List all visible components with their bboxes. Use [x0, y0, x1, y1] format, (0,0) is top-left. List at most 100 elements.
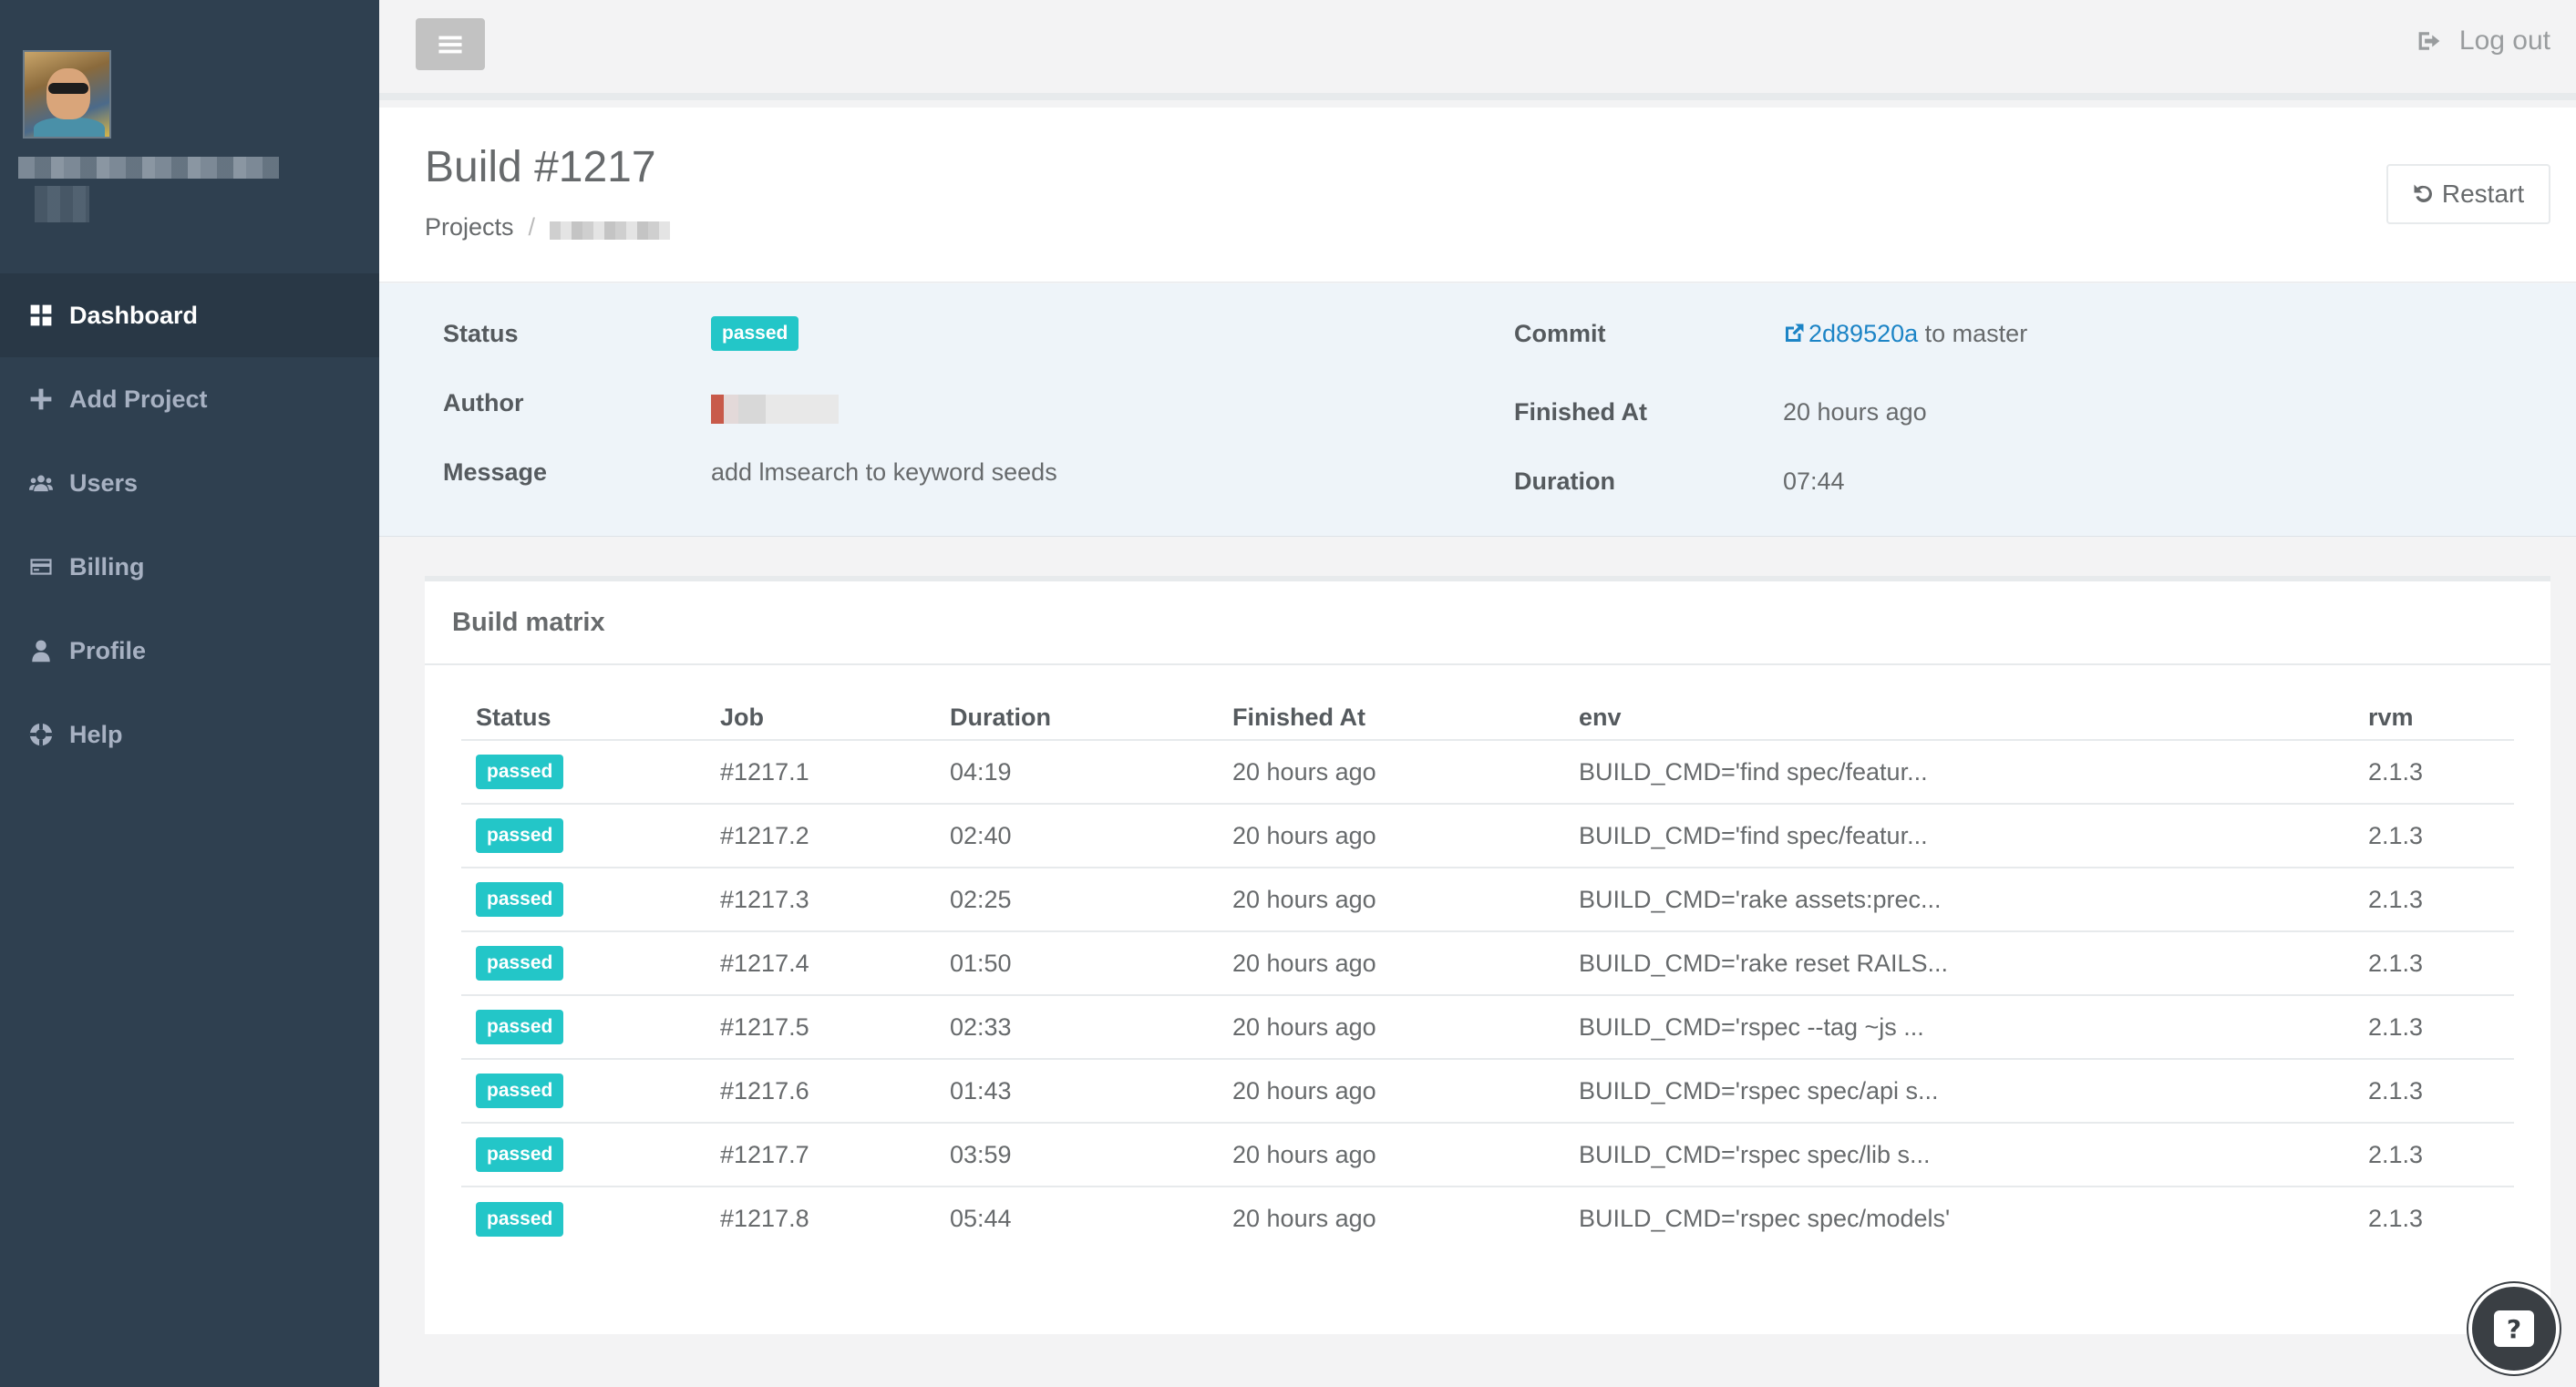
table-row[interactable]: passed #1217.5 02:33 20 hours ago BUILD_…	[461, 995, 2514, 1060]
breadcrumb: Projects /	[425, 213, 671, 241]
status-label: Status	[443, 320, 519, 347]
sidebar-item-help[interactable]: Help	[0, 693, 379, 776]
job-status-cell: passed	[461, 740, 706, 805]
sidebar-nav: Dashboard Add Project Users Billing Prof…	[0, 273, 379, 776]
build-matrix-table: Status Job Duration Finished At env rvm …	[461, 696, 2514, 1250]
breadcrumb-projects-link[interactable]: Projects	[425, 213, 514, 241]
help-chat-button[interactable]: ?	[2468, 1283, 2560, 1374]
table-row[interactable]: passed #1217.4 01:50 20 hours ago BUILD_…	[461, 931, 2514, 996]
job-finished-cell: 20 hours ago	[1218, 931, 1564, 996]
table-row[interactable]: passed #1217.3 02:25 20 hours ago BUILD_…	[461, 868, 2514, 932]
job-status-badge: passed	[476, 755, 564, 789]
job-id-cell[interactable]: #1217.1	[706, 740, 935, 805]
job-status-badge: passed	[476, 882, 564, 917]
sidebar-item-add-project[interactable]: Add Project	[0, 357, 379, 441]
duration-value: 07:44	[1783, 467, 1845, 495]
logout-link[interactable]: Log out	[2417, 26, 2550, 57]
job-rvm-cell: 2.1.3	[2354, 740, 2514, 805]
avatar[interactable]	[23, 50, 111, 139]
job-status-cell: passed	[461, 804, 706, 868]
table-row[interactable]: passed #1217.7 03:59 20 hours ago BUILD_…	[461, 1123, 2514, 1187]
sidebar-item-label: Billing	[69, 552, 145, 580]
breadcrumb-project-redacted[interactable]	[550, 221, 671, 240]
job-env-cell: BUILD_CMD='rspec --tag ~js ...	[1564, 995, 2354, 1060]
job-status-cell: passed	[461, 1059, 706, 1124]
job-env-cell: BUILD_CMD='find spec/featur...	[1564, 740, 2354, 805]
restart-label: Restart	[2441, 180, 2525, 208]
author-value	[711, 395, 839, 430]
job-id-cell[interactable]: #1217.5	[706, 995, 935, 1060]
commit-branch: to master	[1924, 320, 2028, 347]
logout-label: Log out	[2458, 26, 2550, 56]
table-row[interactable]: passed #1217.2 02:40 20 hours ago BUILD_…	[461, 804, 2514, 868]
job-duration-cell: 02:33	[935, 995, 1218, 1060]
job-duration-cell: 05:44	[950, 1205, 1012, 1232]
column-header-job: Job	[706, 696, 935, 741]
job-finished-cell: 20 hours ago	[1218, 868, 1564, 932]
job-env-cell: BUILD_CMD='rspec spec/lib s...	[1564, 1123, 2354, 1187]
job-finished-cell: 20 hours ago	[1218, 740, 1564, 805]
sidebar-item-label: Dashboard	[69, 301, 199, 329]
job-env-cell: BUILD_CMD='rake reset RAILS...	[1564, 931, 2354, 996]
job-status-badge: passed	[476, 1010, 564, 1044]
restart-button[interactable]: Restart	[2386, 164, 2550, 224]
job-env-cell: BUILD_CMD='rspec spec/api s...	[1564, 1059, 2354, 1124]
finished-at-label: Finished At	[1514, 398, 1647, 426]
job-duration-cell: 04:19	[935, 740, 1218, 805]
status-badge: passed	[711, 316, 799, 351]
job-duration-cell: 01:50	[935, 931, 1218, 996]
sidebar-item-billing[interactable]: Billing	[0, 525, 379, 609]
job-id-cell[interactable]: #1217.4	[706, 931, 935, 996]
credit-card-icon	[27, 553, 55, 580]
menu-toggle-button[interactable]	[416, 18, 485, 70]
job-finished-cell: 20 hours ago	[1218, 995, 1564, 1060]
job-duration-cell: 02:40	[935, 804, 1218, 868]
table-row[interactable]: passed #1217.6 01:43 20 hours ago BUILD_…	[461, 1059, 2514, 1124]
job-id-cell[interactable]: #1217.3	[706, 868, 935, 932]
job-rvm-cell: 2.1.3	[2354, 1059, 2514, 1124]
sidebar-item-dashboard[interactable]: Dashboard	[0, 273, 379, 357]
job-id-cell[interactable]: #1217.8	[706, 1187, 935, 1250]
dashboard-icon	[27, 302, 55, 329]
job-rvm-cell: 2.1.3	[2354, 1123, 2514, 1187]
user-name-redacted	[18, 157, 279, 179]
job-id-cell[interactable]: #1217.7	[706, 1123, 935, 1187]
page-header: Build #1217 Projects / Restart	[379, 108, 2576, 283]
finished-at-value: 20 hours ago	[1783, 398, 1927, 426]
sidebar-item-users[interactable]: Users	[0, 441, 379, 525]
column-header-rvm: rvm	[2354, 696, 2514, 741]
table-row[interactable]: passed #1217.8 05:44 20 hours ago BUILD_…	[461, 1187, 2514, 1250]
duration-label: Duration	[1514, 467, 1615, 495]
job-finished-cell: 20 hours ago	[1218, 1123, 1564, 1187]
job-id-cell[interactable]: #1217.2	[706, 804, 935, 868]
sidebar-item-label: Profile	[69, 636, 147, 664]
sidebar-item-label: Help	[69, 720, 123, 748]
job-finished-cell: 20 hours ago	[1218, 1059, 1564, 1124]
job-id-cell[interactable]: #1217.6	[706, 1059, 935, 1124]
sidebar-item-profile[interactable]: Profile	[0, 609, 379, 693]
job-rvm-cell: 2.1.3	[2368, 1205, 2424, 1232]
sidebar-item-label: Add Project	[69, 385, 208, 413]
job-rvm-cell: 2.1.3	[2354, 931, 2514, 996]
top-navbar: Log out	[379, 0, 2576, 100]
undo-icon	[2414, 184, 2432, 202]
message-label: Message	[443, 458, 548, 486]
author-redacted	[711, 395, 839, 424]
commit-hash: 2d89520a	[1808, 320, 1919, 347]
sign-out-icon	[2418, 32, 2440, 50]
author-label: Author	[443, 389, 524, 416]
table-header-row: Status Job Duration Finished At env rvm	[461, 696, 2514, 741]
commit-value: 2d89520a to master	[1783, 320, 2027, 348]
column-header-duration: Duration	[935, 696, 1218, 741]
build-summary: Status passed Author Message add lmsearc…	[379, 283, 2576, 537]
job-status-badge: passed	[476, 818, 564, 853]
job-duration-cell: 02:25	[935, 868, 1218, 932]
job-rvm-cell: 2.1.3	[2354, 868, 2514, 932]
external-link-icon	[1786, 324, 1804, 342]
table-row[interactable]: passed #1217.1 04:19 20 hours ago BUILD_…	[461, 740, 2514, 805]
user-icon	[27, 637, 55, 664]
sidebar: Dashboard Add Project Users Billing Prof…	[0, 0, 379, 1387]
commit-link[interactable]: 2d89520a	[1783, 320, 1925, 347]
job-rvm-cell: 2.1.3	[2354, 995, 2514, 1060]
plus-icon	[27, 385, 55, 413]
